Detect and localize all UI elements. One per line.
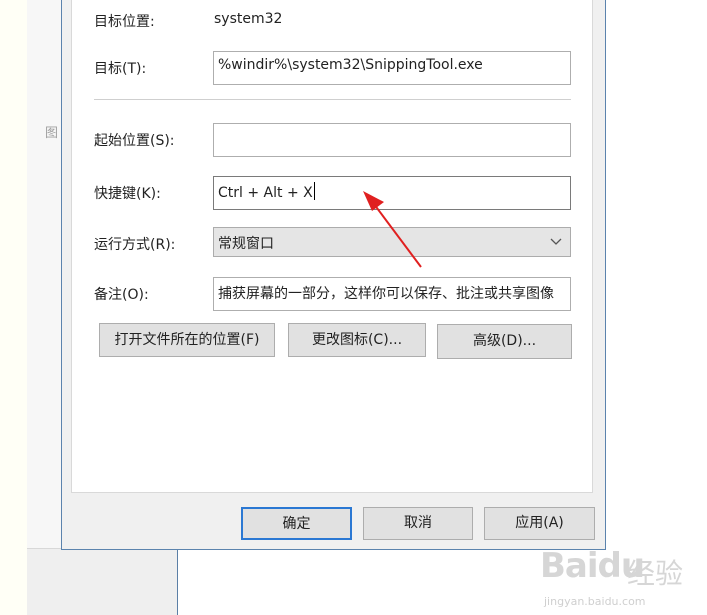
annotation-arrow-icon bbox=[363, 191, 422, 268]
watermark-url: jingyan.baidu.com bbox=[544, 595, 646, 608]
baidu-jingyan-watermark: Baidu 经验 jingyan.baidu.com bbox=[540, 538, 705, 615]
watermark-suffix: 经验 bbox=[627, 557, 684, 590]
